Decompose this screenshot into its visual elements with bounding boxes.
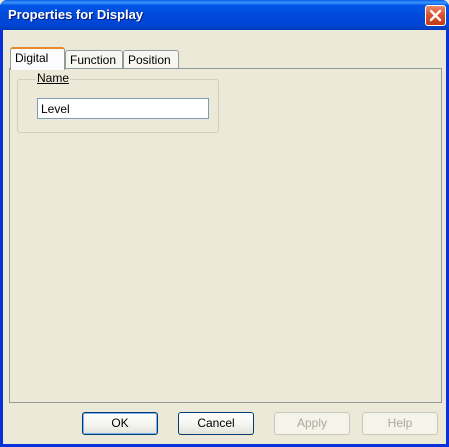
name-group-label: Name	[36, 71, 71, 85]
close-button[interactable]	[425, 5, 446, 26]
tab-label: Digital	[15, 51, 49, 65]
help-button[interactable]: Help	[362, 412, 438, 435]
tab-label: Position	[128, 53, 171, 67]
window-title: Properties for Display	[8, 7, 144, 22]
title-bar[interactable]: Properties for Display	[0, 0, 449, 30]
tab-label: Function	[70, 53, 117, 67]
apply-button[interactable]: Apply	[274, 412, 350, 435]
tab-digital[interactable]: Digital	[10, 47, 65, 70]
close-icon	[429, 9, 442, 22]
tab-function[interactable]: Function	[65, 50, 123, 69]
tab-position[interactable]: Position	[123, 50, 179, 69]
name-input[interactable]	[37, 98, 209, 119]
cancel-button[interactable]: Cancel	[178, 412, 254, 435]
ok-button[interactable]: OK	[82, 412, 158, 435]
